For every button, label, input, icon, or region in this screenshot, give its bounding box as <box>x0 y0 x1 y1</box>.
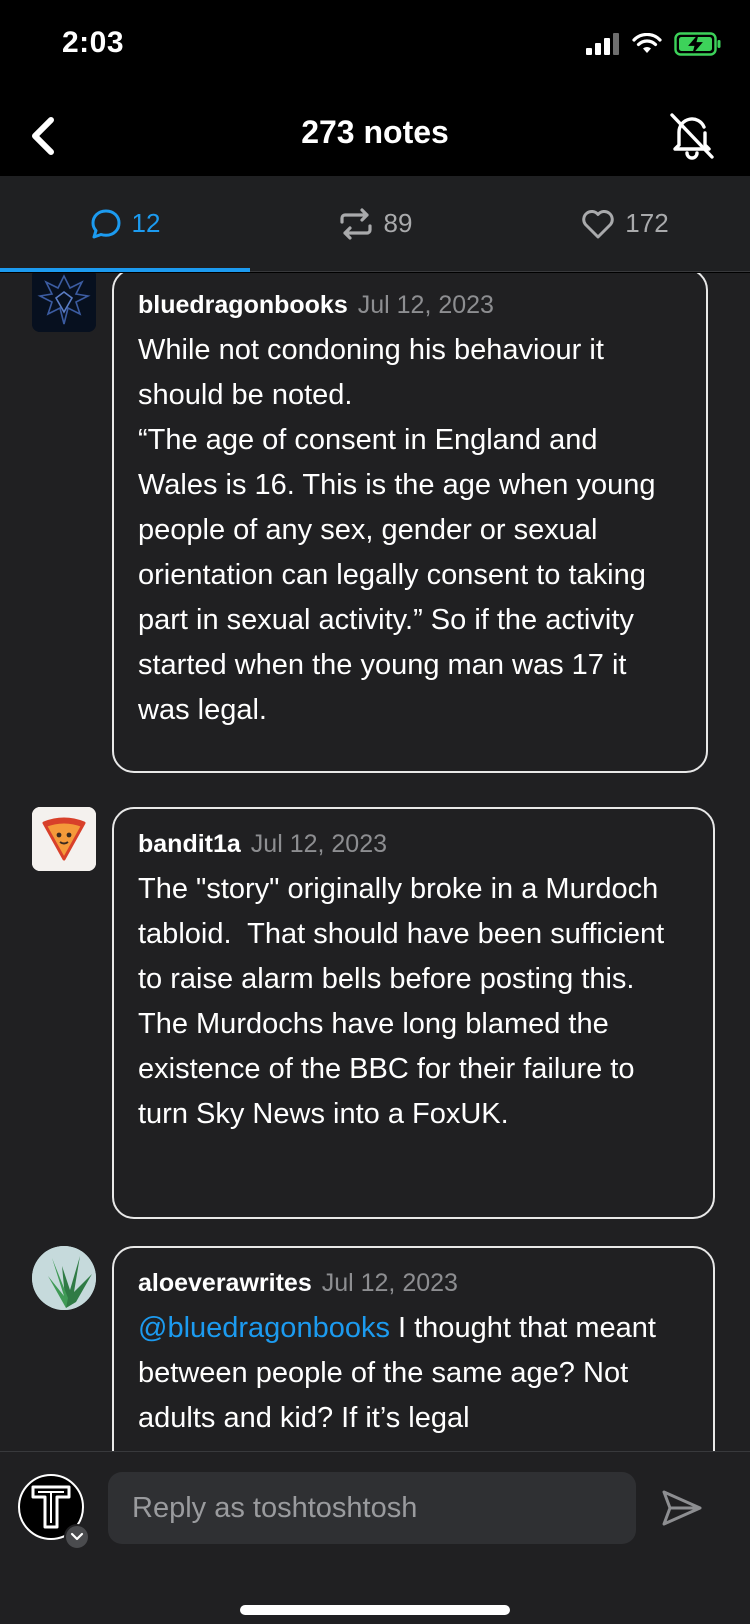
status-bar: 2:03 <box>0 0 750 96</box>
bell-off-icon <box>670 113 714 160</box>
notes-list: bluedragonbooks Jul 12, 2023 While not co… <box>0 273 750 1451</box>
account-switcher-button[interactable] <box>64 1524 90 1550</box>
home-indicator <box>240 1605 510 1615</box>
tab-likes-count: 172 <box>625 208 669 238</box>
aloe-plant-avatar-icon <box>32 1246 96 1310</box>
avatar[interactable] <box>32 1246 96 1310</box>
wifi-icon <box>632 32 662 60</box>
page-title: 273 notes <box>301 114 449 150</box>
tab-likes[interactable]: 172 <box>500 176 750 271</box>
status-time: 2:03 <box>62 26 125 59</box>
tab-replies[interactable]: 12 <box>0 176 250 272</box>
note-meta: bluedragonbooks Jul 12, 2023 <box>138 288 684 322</box>
note-username[interactable]: bluedragonbooks <box>138 291 348 319</box>
send-button[interactable] <box>656 1482 708 1534</box>
reply-input[interactable] <box>108 1472 636 1544</box>
heart-icon <box>582 209 615 238</box>
note-text: The "story" originally broke in a Murdoc… <box>138 873 673 1130</box>
tumblr-t-avatar-icon <box>31 1485 71 1529</box>
reply-bar <box>0 1451 750 1624</box>
note-meta: bandit1a Jul 12, 2023 <box>138 827 691 861</box>
reblog-icon <box>339 207 372 240</box>
avatar[interactable] <box>32 807 96 871</box>
header: 273 notes <box>0 96 750 176</box>
tab-replies-count: 12 <box>131 208 161 238</box>
status-icons <box>586 32 722 61</box>
battery-charging-icon <box>674 32 722 61</box>
mention-link[interactable]: @bluedragonbooks <box>138 1312 390 1344</box>
note-text: @bluedragonbooks I thought that meant be… <box>138 1306 691 1441</box>
mute-notifications-button[interactable] <box>662 108 722 164</box>
tab-reblogs-count: 89 <box>383 208 413 238</box>
note-bubble: bluedragonbooks Jul 12, 2023 While not co… <box>112 273 708 773</box>
send-icon <box>662 1490 702 1526</box>
note-bubble: bandit1a Jul 12, 2023 The "story" origina… <box>112 807 715 1219</box>
note-username[interactable]: bandit1a <box>138 830 241 858</box>
note-date: Jul 12, 2023 <box>250 830 388 858</box>
note-date: Jul 12, 2023 <box>357 291 494 319</box>
cellular-signal-icon <box>586 33 620 60</box>
chevron-down-icon <box>70 1532 84 1541</box>
note-meta: aloeverawrites Jul 12, 2023 <box>138 1266 691 1300</box>
notes-tabs: 12 89 172 <box>0 176 750 272</box>
note-bubble: aloeverawrites Jul 12, 2023 @bluedragonbo… <box>112 1246 715 1451</box>
pizza-avatar-icon <box>32 807 96 871</box>
note-text: While not condoning his behaviour it sho… <box>138 334 656 726</box>
note-date: Jul 12, 2023 <box>321 1269 458 1297</box>
tab-reblogs[interactable]: 89 <box>250 176 500 271</box>
comment-icon <box>91 209 121 238</box>
dragon-avatar-icon <box>32 273 96 332</box>
avatar[interactable] <box>32 273 96 332</box>
note-username[interactable]: aloeverawrites <box>138 1269 312 1297</box>
